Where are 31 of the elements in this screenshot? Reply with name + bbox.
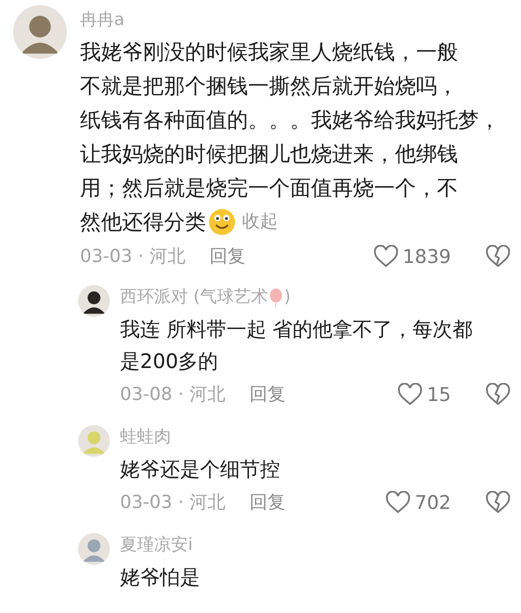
heart-icon xyxy=(372,244,399,269)
username[interactable]: 蛙蛙肉 xyxy=(120,425,171,450)
heart-icon xyxy=(384,490,411,515)
reply-button[interactable]: 回复 xyxy=(249,381,286,408)
comment-text-line: 纸钱有各种面值的。。。我姥爷给我妈托梦， xyxy=(80,106,500,134)
broken-heart-icon[interactable] xyxy=(485,244,511,269)
comment-date-location: 03-03 · 河北 xyxy=(120,491,226,516)
comment-date-location: 03-03 · 河北 xyxy=(80,245,186,270)
comment-text-line: 不就是把那个捆钱一撕然后就开始烧吗， xyxy=(80,72,458,100)
avatar[interactable] xyxy=(78,285,110,317)
comment-date-location: 03-08 · 河北 xyxy=(120,383,226,408)
username[interactable]: 夏瑾凉安i xyxy=(120,533,193,558)
reply-text: 姥爷还是个细节控 xyxy=(120,456,281,482)
reply-button[interactable]: 回复 xyxy=(209,243,246,270)
comment-text-line: 我姥爷刚没的时候我家里人烧纸钱，一般 xyxy=(80,38,458,66)
reply-text: 姥爷怕是 xyxy=(120,564,201,590)
reply-button[interactable]: 回复 xyxy=(249,489,286,516)
username[interactable]: 冉冉a xyxy=(80,8,521,34)
comment-text-line: 然他还得分类 xyxy=(80,208,206,236)
like-count: 702 xyxy=(414,490,451,516)
like-count: 15 xyxy=(426,382,451,408)
broken-heart-icon[interactable] xyxy=(485,490,511,515)
broken-heart-icon[interactable] xyxy=(485,382,511,407)
comment-text-line: 用；然后就是烧完一个面值再烧一个，不 xyxy=(80,174,458,202)
comment-text-line: 让我妈烧的时候把捆儿也烧进来，他绑钱 xyxy=(80,140,458,168)
heart-icon xyxy=(396,382,423,407)
username-end: ) xyxy=(284,286,291,309)
collapse-link[interactable]: 收起 xyxy=(242,204,278,238)
reply-text: 我连 所料带一起 省的他拿不了，每次都是200多的 xyxy=(120,316,474,374)
username[interactable]: 西环派对 (气球艺术 xyxy=(120,285,268,310)
like-count: 1839 xyxy=(402,244,451,270)
